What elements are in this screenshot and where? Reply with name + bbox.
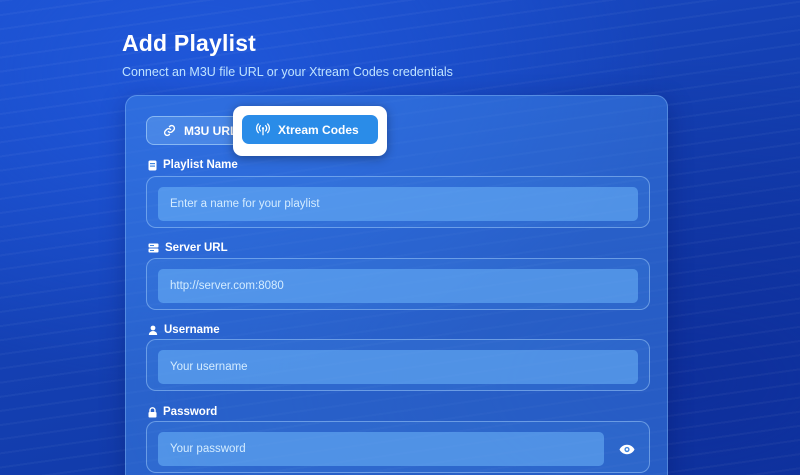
tab-xtream-codes-label: Xtream Codes	[278, 122, 359, 137]
show-password-toggle[interactable]	[617, 439, 637, 459]
tab-xtream-codes[interactable]: Xtream Codes	[242, 115, 378, 144]
password-field	[146, 421, 650, 473]
playlist-name-label: Playlist Name	[148, 159, 238, 171]
username-label: Username	[148, 324, 220, 336]
link-icon	[163, 124, 176, 137]
tab-m3u-url-label: M3U URL	[184, 123, 238, 138]
server-icon	[148, 243, 159, 253]
playlist-name-label-text: Playlist Name	[163, 159, 238, 171]
username-label-text: Username	[164, 324, 220, 336]
broadcast-icon	[256, 123, 270, 136]
playlist-name-field	[146, 176, 650, 228]
server-url-label-text: Server URL	[165, 242, 228, 254]
password-input[interactable]	[158, 432, 604, 466]
lock-icon	[148, 406, 157, 418]
server-url-field	[146, 258, 650, 310]
playlist-name-input[interactable]	[158, 187, 638, 221]
add-playlist-form: M3U URL Xtream Codes Playlist Name Serve…	[125, 95, 668, 475]
server-url-input[interactable]	[158, 269, 638, 303]
user-icon	[148, 325, 158, 335]
server-url-label: Server URL	[148, 242, 228, 254]
page-subtitle: Connect an M3U file URL or your Xtream C…	[122, 65, 453, 79]
eye-icon	[619, 444, 635, 455]
password-label-text: Password	[163, 406, 218, 418]
document-icon	[148, 160, 157, 171]
username-field	[146, 339, 650, 391]
page-title: Add Playlist	[122, 30, 257, 56]
username-input[interactable]	[158, 350, 638, 384]
password-label: Password	[148, 406, 217, 418]
